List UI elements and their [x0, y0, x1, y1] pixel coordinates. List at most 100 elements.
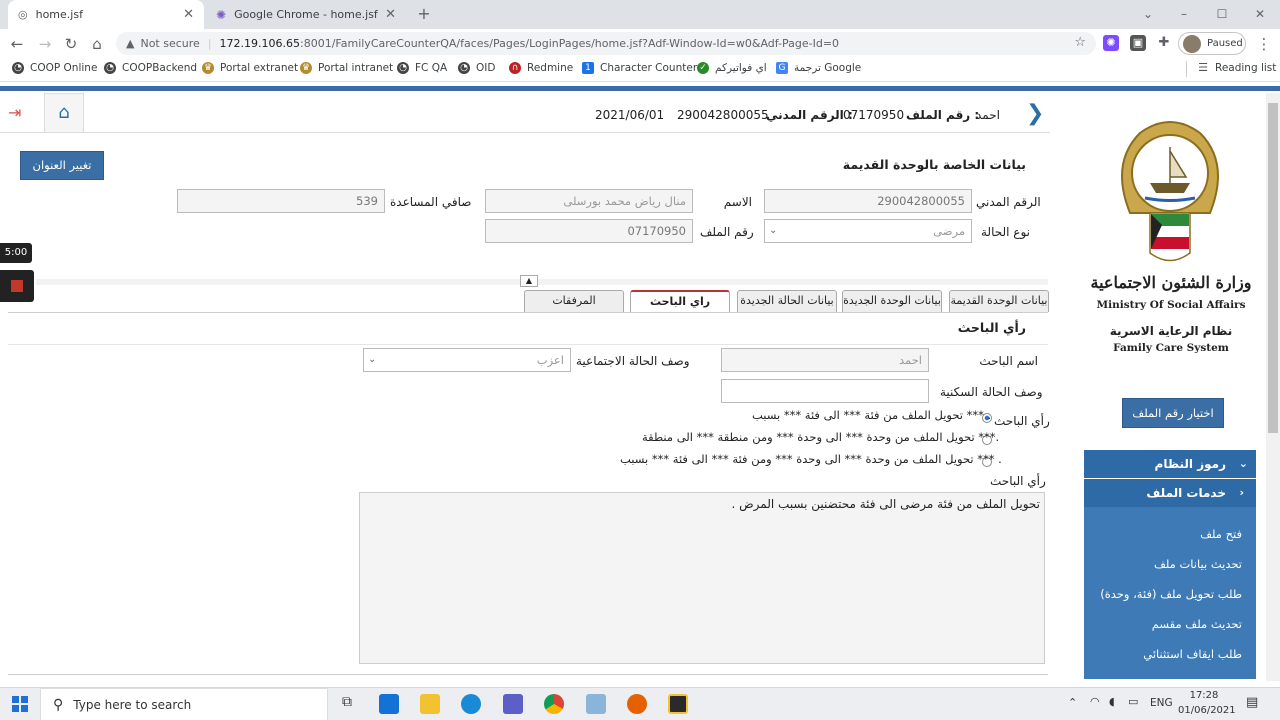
bookmarks-bar: ◔ COOP Online ◔ COOPBackend ♛ Portal extran… [0, 58, 1280, 82]
opinion-label: رأي الباحث [994, 414, 1050, 428]
taskbar-search-box[interactable]: ⚲ Type here to search [40, 688, 328, 720]
stop-recording-button[interactable] [0, 270, 34, 302]
tab-new-unit[interactable]: بيانات الوحدة الجديدة [842, 290, 942, 312]
close-icon[interactable]: ✕ [183, 7, 194, 22]
sidebar-item-exceptional-stop[interactable]: طلب ايقاف استثنائي [1084, 639, 1256, 669]
reload-icon[interactable]: ↻ [60, 33, 82, 55]
bookmark-coop-online[interactable]: ◔ COOP Online [12, 62, 97, 74]
menu-icon[interactable]: ⋮ [1253, 33, 1275, 55]
civil-id-field[interactable]: 290042800055 [764, 189, 972, 213]
language-indicator[interactable]: ENG [1150, 697, 1173, 709]
case-type-value: مرضى [933, 224, 965, 238]
profile-paused-button[interactable]: Paused [1178, 32, 1246, 55]
app-icon[interactable] [586, 694, 606, 714]
bookmark-portal-extranet[interactable]: ♛ Portal extranet [202, 62, 298, 74]
task-view-icon[interactable]: ⧉ [337, 694, 357, 714]
social-status-select[interactable]: اعزب ⌄ [363, 348, 571, 372]
ministry-name-en: Ministry Of Social Affairs [1096, 299, 1246, 311]
file-no-label: رقم الملف [700, 225, 754, 239]
new-tab-button[interactable]: + [414, 4, 434, 24]
browser-tab-strip: ◎ home.jsf ✕ ✺ Google Chrome - home.jsf … [0, 0, 1280, 29]
windows-start-icon[interactable] [12, 696, 28, 712]
clock-date[interactable]: 01/06/2021 [1178, 705, 1236, 716]
bookmark-e-invoice[interactable]: ✓ اي فواتيركم [697, 62, 767, 74]
chrome-icon[interactable] [544, 694, 564, 714]
star-icon[interactable]: ☆ [1074, 35, 1086, 50]
menu-system-codes[interactable]: رموز النظام ⌄ [1084, 450, 1256, 478]
teams-icon[interactable] [503, 694, 523, 714]
logout-icon[interactable]: ⇥ [8, 103, 32, 123]
sticky-app-icon[interactable] [668, 694, 688, 714]
bookmark-character-counter[interactable]: 1 Character Counter [582, 62, 697, 74]
forward-icon[interactable]: → [34, 33, 56, 55]
window-close-icon[interactable]: ✕ [1250, 4, 1270, 24]
omnibox[interactable]: ▲ Not secure | 172.19.106.65:8001/Family… [116, 32, 1096, 55]
chevron-down-icon: ⌄ [368, 354, 377, 365]
sidebar-item-open-file[interactable]: فتح ملف [1084, 519, 1256, 549]
warning-icon: ▲ [126, 37, 135, 50]
researcher-name-label: اسم الباحث [979, 354, 1038, 368]
housing-field[interactable] [721, 379, 929, 403]
firefox-icon[interactable] [627, 694, 647, 714]
name-field[interactable]: منال رياض محمد بورسلى [485, 189, 693, 213]
extension-icon[interactable]: ✺ [1103, 35, 1119, 51]
tab-home[interactable]: ◎ home.jsf ✕ [8, 0, 204, 29]
notification-icon[interactable]: ▤ [1246, 695, 1258, 710]
app-top-bar [0, 86, 1280, 91]
speaker-icon[interactable]: ◖ [1109, 695, 1115, 708]
page-scrollbar[interactable] [1266, 93, 1280, 681]
net-aid-field[interactable]: 539 [177, 189, 385, 213]
name-label: الاسم [723, 195, 752, 209]
kuwait-emblem-icon [1121, 121, 1219, 262]
case-type-select[interactable]: مرضى ⌄ [764, 219, 972, 243]
chevron-up-icon[interactable]: ⌃ [1068, 696, 1077, 709]
bookmark-coopbackend[interactable]: ◔ COOPBackend [104, 62, 197, 74]
header-name: احمد [976, 108, 1000, 122]
social-status-label: وصف الحالة الاجتماعية [576, 354, 690, 368]
change-address-button[interactable]: تغيير العنوان [20, 151, 104, 180]
clock-time[interactable]: 17:28 [1178, 690, 1230, 701]
bookmark-google-translate[interactable]: G ترجمة Google [776, 62, 861, 74]
home-icon[interactable]: ⌂ [86, 33, 108, 55]
teamviewer-icon[interactable] [461, 694, 481, 714]
maximize-icon[interactable]: ☐ [1212, 4, 1232, 24]
tab-search-icon[interactable]: ⌄ [1138, 4, 1158, 24]
choose-file-button[interactable]: اختيار رقم الملف [1122, 398, 1224, 428]
chevron-right-icon[interactable]: ❯ [1026, 101, 1044, 126]
social-status-value: اعزب [536, 353, 564, 367]
sidebar-item-update-file[interactable]: تحديث بيانات ملف [1084, 549, 1256, 579]
tab-attachments[interactable]: المرفقات [524, 290, 624, 312]
collapse-up-icon[interactable]: ▲ [520, 275, 538, 287]
housing-label: وصف الحالة السكنية [940, 385, 1043, 399]
file-explorer-icon[interactable] [420, 694, 440, 714]
sidebar-item-update-split-file[interactable]: تحديث ملف مقسم [1084, 609, 1256, 639]
mail-icon[interactable] [379, 694, 399, 714]
splitter[interactable] [36, 279, 1048, 285]
header-date: 2021/06/01 [595, 108, 665, 122]
scrollbar-thumb[interactable] [1268, 103, 1278, 433]
bookmark-fc-qa[interactable]: ◔ FC QA [397, 62, 447, 74]
bookmark-portal-intranet[interactable]: ♛ Portal intranet [300, 62, 393, 74]
researcher-name-field[interactable]: احمد [721, 348, 929, 372]
close-icon[interactable]: ✕ [385, 7, 396, 22]
wifi-icon[interactable]: ◠ [1090, 695, 1100, 708]
tab-researcher-opinion[interactable]: راي الباحث [630, 290, 730, 312]
bookmark-redmine[interactable]: ∩ Redmine [509, 62, 573, 74]
reading-list-button[interactable]: ☰ Reading list [1197, 62, 1276, 75]
extension-icon[interactable]: ▣ [1130, 35, 1146, 51]
battery-icon[interactable]: ▭ [1128, 695, 1138, 708]
bookmark-oid[interactable]: ◔ OID [458, 62, 495, 74]
file-no-field[interactable]: 07170950 [485, 219, 693, 243]
tab-new-case[interactable]: بيانات الحالة الجديدة [737, 290, 837, 312]
puzzle-icon[interactable]: ✚ [1156, 35, 1172, 51]
tab-old-unit[interactable]: بيانات الوحدة القديمة [949, 290, 1049, 312]
menu-file-services[interactable]: خدمات الملف › [1084, 479, 1256, 507]
civil-id-label: الرقم المدني [976, 195, 1041, 209]
back-icon[interactable]: ← [6, 33, 28, 55]
sidebar-item-transfer-request[interactable]: طلب تحويل ملف (فئة، وحدة) [1084, 579, 1256, 609]
tab-chrome-home[interactable]: ✺ Google Chrome - home.jsf - Goo ✕ [206, 0, 406, 29]
opinion-textarea[interactable]: تحويل الملف من فئة مرضى الى فئة محتضنين … [359, 492, 1045, 664]
home-button[interactable]: ⌂ [44, 93, 84, 133]
chevron-right-icon: › [1239, 486, 1244, 499]
minimize-icon[interactable]: – [1174, 4, 1194, 24]
